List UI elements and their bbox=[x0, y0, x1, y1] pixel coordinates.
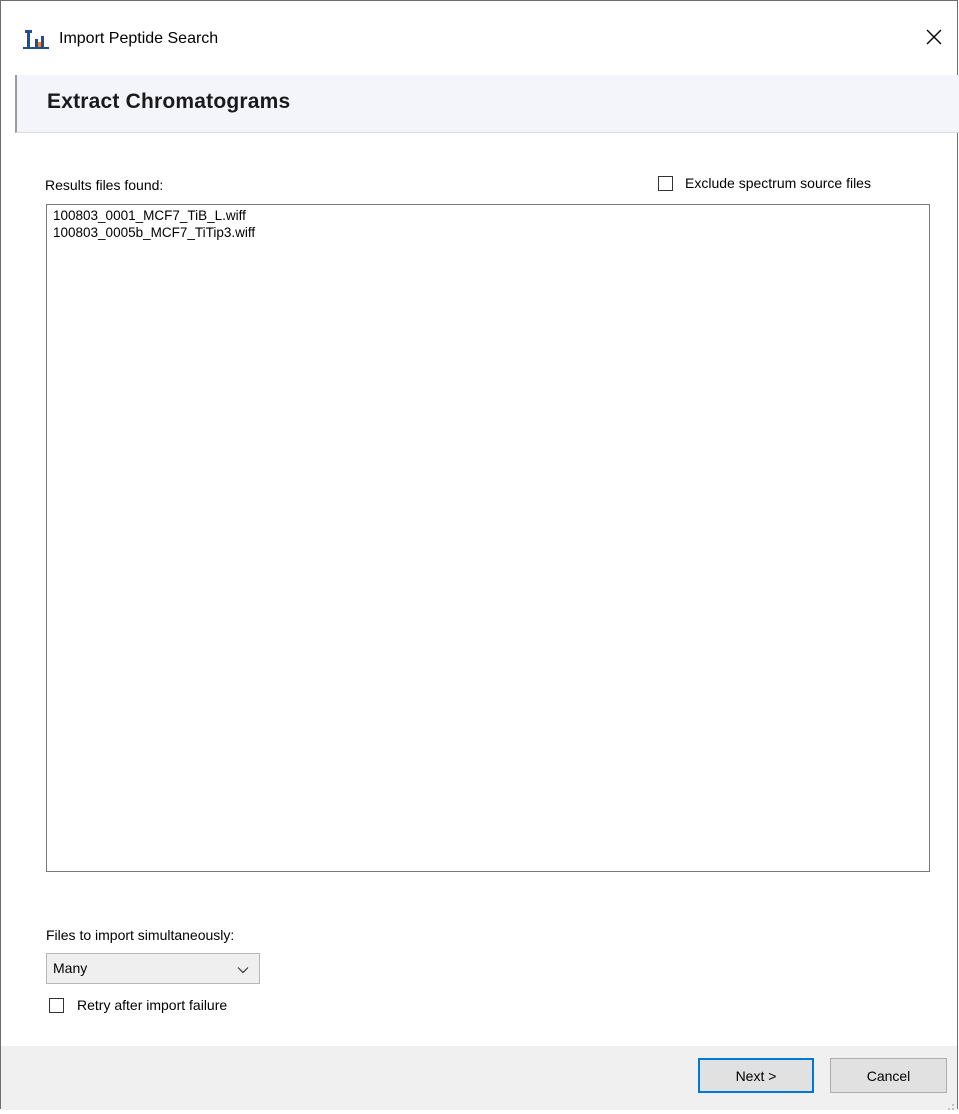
next-button[interactable]: Next > bbox=[698, 1058, 814, 1093]
dropdown-value: Many bbox=[53, 960, 88, 976]
title-bar: Import Peptide Search bbox=[1, 1, 957, 75]
files-simultaneous-label: Files to import simultaneously: bbox=[46, 927, 235, 943]
cancel-button[interactable]: Cancel bbox=[830, 1058, 947, 1093]
exclude-checkbox-label: Exclude spectrum source files bbox=[685, 175, 871, 191]
retry-checkbox-label: Retry after import failure bbox=[77, 997, 228, 1013]
import-peptide-search-dialog: Import Peptide Search Extract Chromatogr… bbox=[0, 0, 959, 1110]
resize-grip-icon[interactable] bbox=[945, 1098, 955, 1110]
list-item[interactable]: 100803_0005b_MCF7_TiTip3.wiff bbox=[53, 224, 923, 241]
retry-checkbox-box[interactable] bbox=[49, 997, 64, 1013]
exclude-spectrum-source-checkbox[interactable]: Exclude spectrum source files bbox=[658, 175, 871, 191]
wizard-header: Extract Chromatograms bbox=[15, 75, 959, 133]
page-title: Extract Chromatograms bbox=[47, 90, 291, 113]
exclude-checkbox-box[interactable] bbox=[658, 175, 673, 191]
chevron-down-icon bbox=[237, 963, 249, 975]
retry-after-failure-checkbox[interactable]: Retry after import failure bbox=[49, 997, 227, 1013]
list-item[interactable]: 100803_0001_MCF7_TiB_L.wiff bbox=[53, 207, 923, 224]
close-icon bbox=[926, 29, 942, 48]
window-title: Import Peptide Search bbox=[59, 30, 219, 47]
files-simultaneous-dropdown[interactable]: Many bbox=[46, 953, 260, 984]
results-files-list[interactable]: 100803_0001_MCF7_TiB_L.wiff 100803_0005b… bbox=[46, 204, 930, 872]
skyline-app-icon bbox=[23, 28, 49, 50]
results-files-label: Results files found: bbox=[45, 177, 164, 193]
close-button[interactable] bbox=[911, 15, 957, 61]
